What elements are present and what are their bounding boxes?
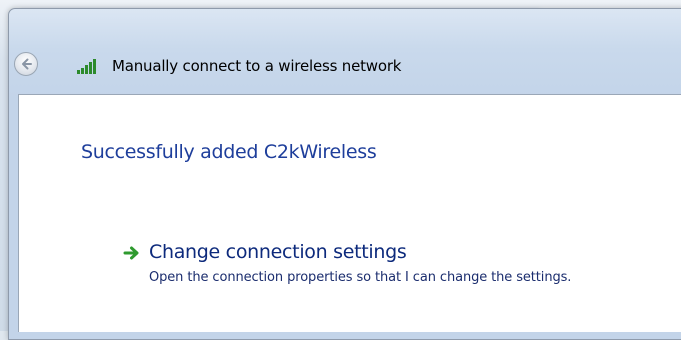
success-heading: Successfully added C2kWireless xyxy=(81,141,377,163)
back-arrow-icon xyxy=(22,58,32,70)
dialog-titlebar xyxy=(9,9,681,59)
command-link-description: Open the connection properties so that I… xyxy=(149,270,572,285)
dialog-title: Manually connect to a wireless network xyxy=(112,57,402,75)
content-panel: Successfully added C2kWireless Change co… xyxy=(18,94,681,332)
green-arrow-icon xyxy=(123,246,139,260)
command-link-title: Change connection settings xyxy=(149,241,407,263)
wireless-signal-icon xyxy=(77,59,96,74)
back-button[interactable] xyxy=(14,52,38,76)
